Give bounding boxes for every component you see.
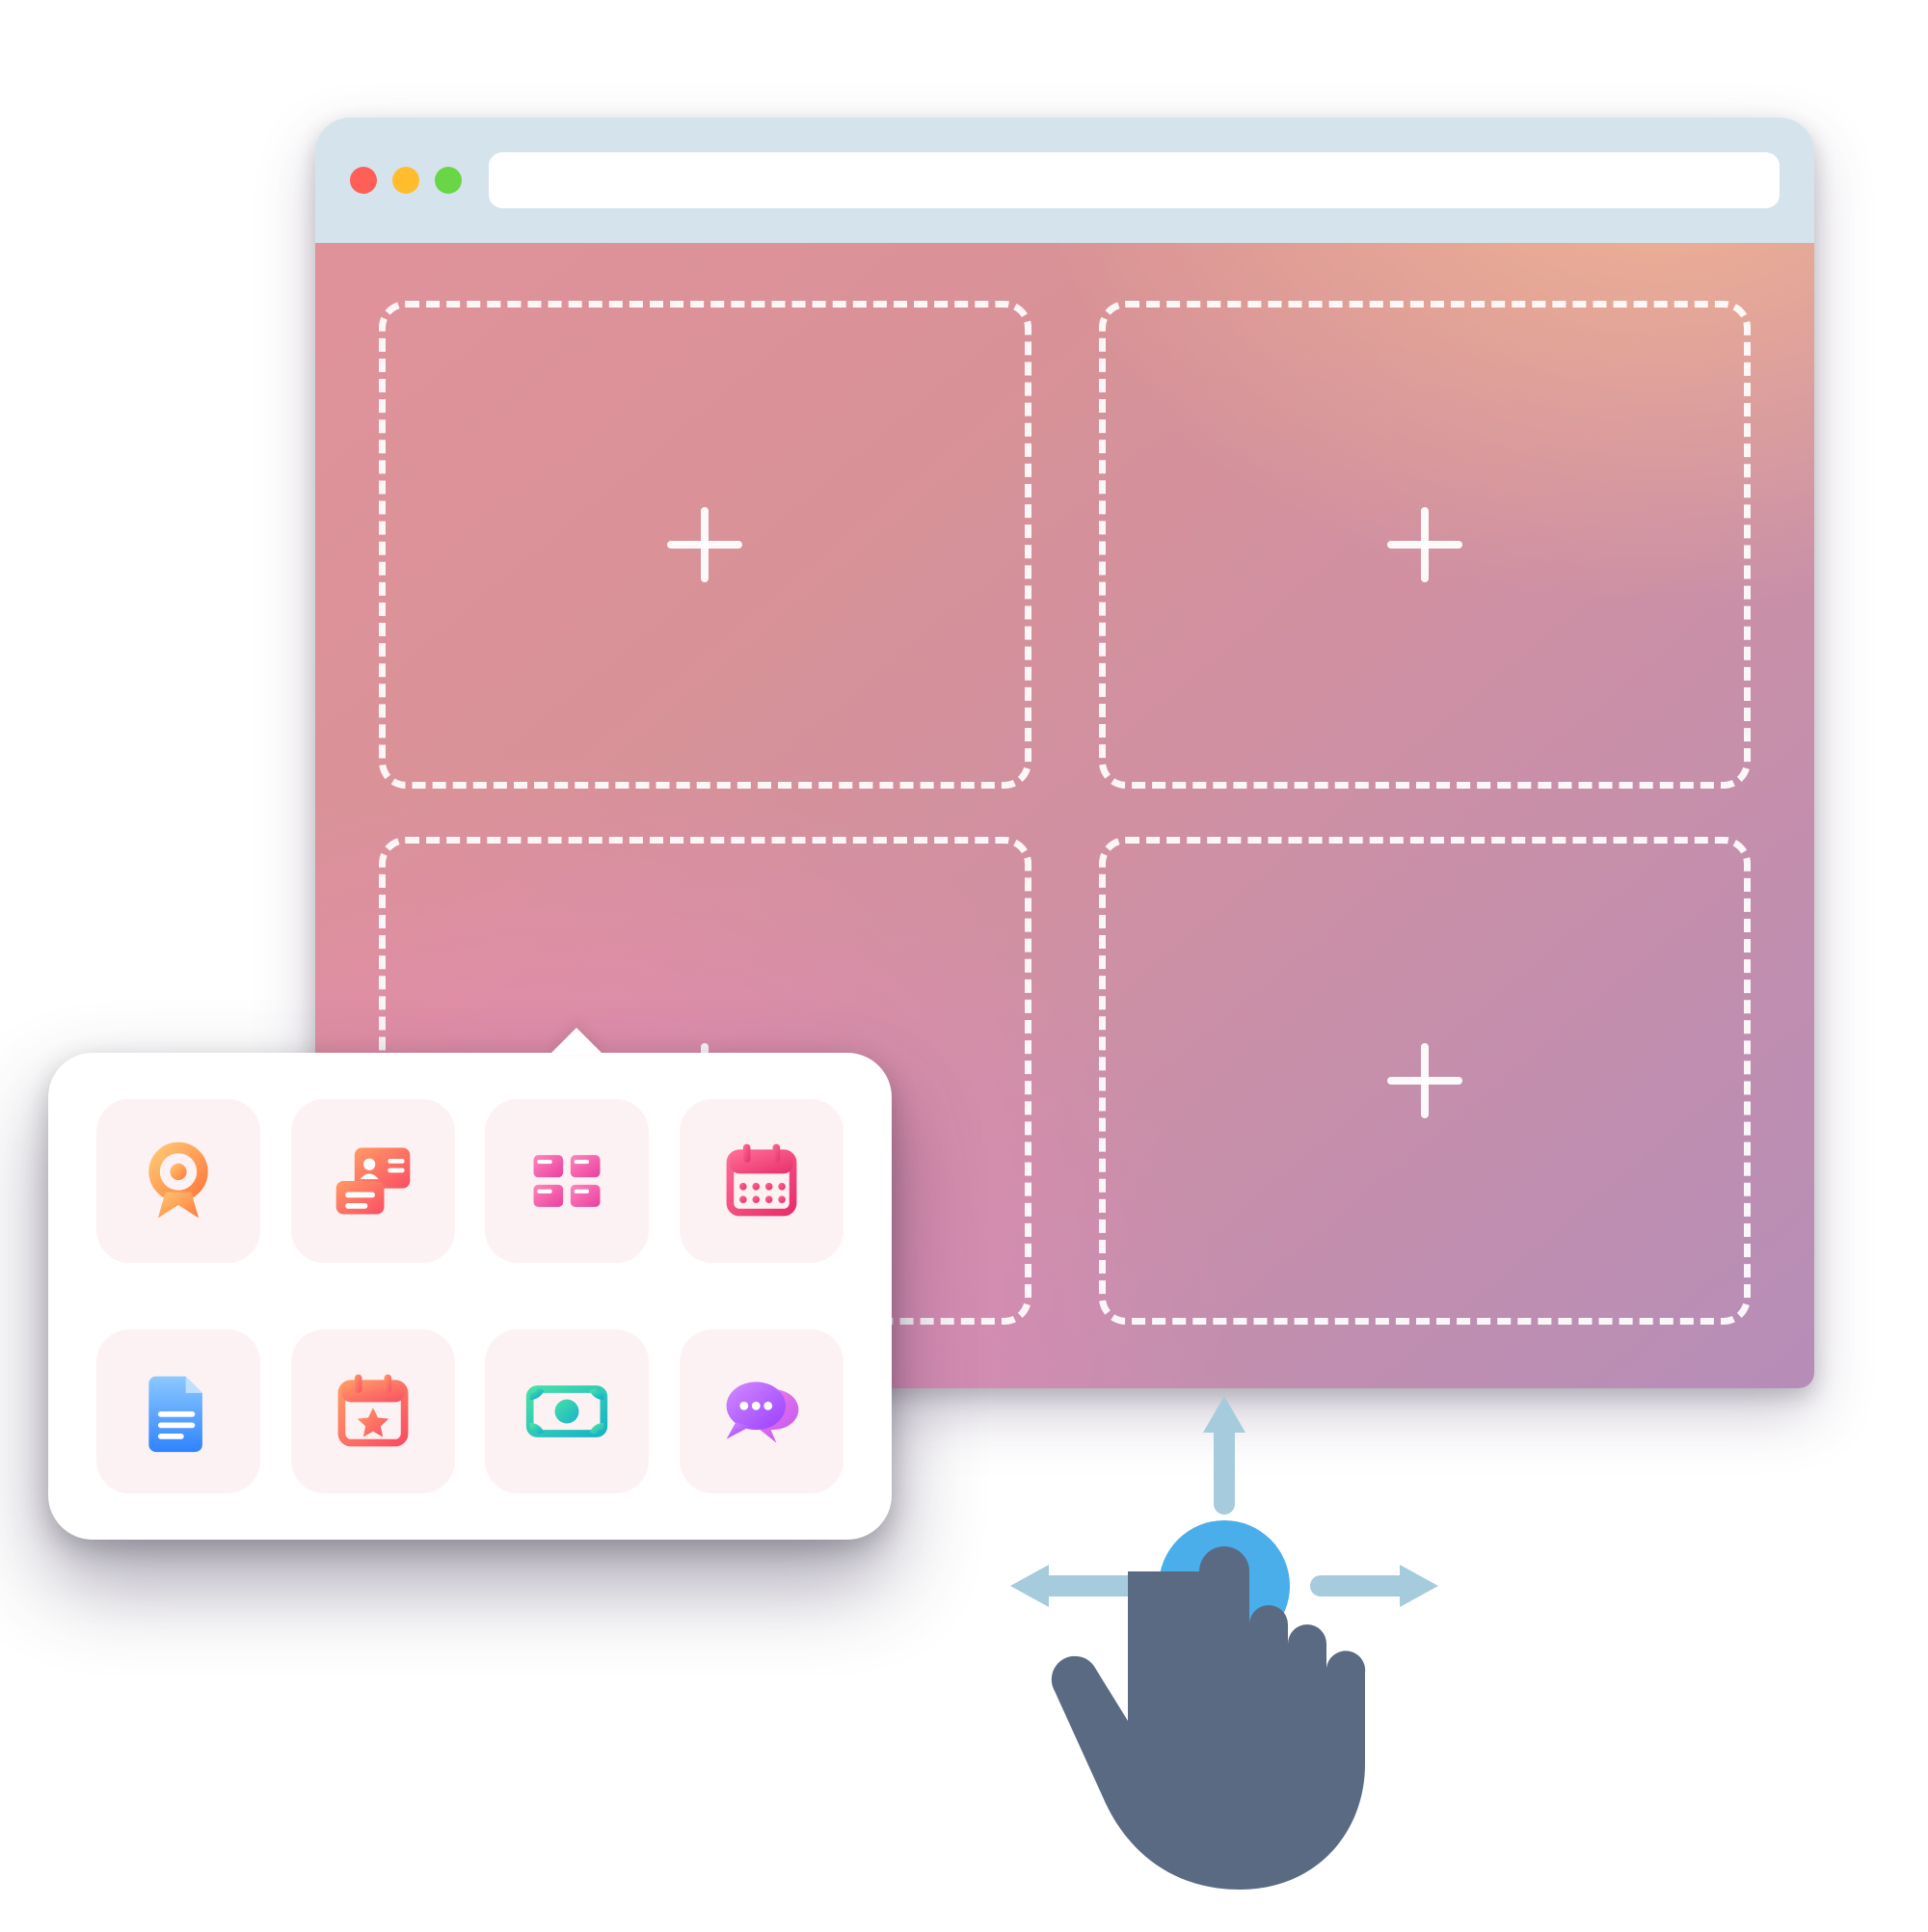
document-widget[interactable]	[96, 1329, 260, 1493]
grid-tiles-icon	[522, 1137, 611, 1225]
calendar-month-widget[interactable]	[680, 1099, 844, 1263]
profile-card-widget[interactable]	[291, 1099, 455, 1263]
chat-widget[interactable]	[680, 1329, 844, 1493]
calendar-icon	[717, 1137, 806, 1225]
minimize-window-icon[interactable]	[392, 167, 419, 194]
document-icon	[134, 1367, 223, 1456]
kanban-board-widget[interactable]	[485, 1099, 649, 1263]
close-window-icon[interactable]	[350, 167, 377, 194]
dropzone-1[interactable]	[379, 301, 1031, 789]
money-bill-icon	[522, 1367, 611, 1456]
drag-move-gesture-icon	[935, 1388, 1533, 1928]
zoom-window-icon[interactable]	[435, 167, 462, 194]
window-titlebar	[315, 118, 1814, 243]
event-star-widget[interactable]	[291, 1329, 455, 1493]
plus-icon	[667, 507, 742, 582]
dropzone-4[interactable]	[1099, 837, 1752, 1325]
url-bar[interactable]	[489, 152, 1780, 208]
payment-widget[interactable]	[485, 1329, 649, 1493]
chat-bubbles-icon	[717, 1367, 806, 1456]
calendar-star-icon	[329, 1367, 417, 1456]
plus-icon	[1387, 1043, 1462, 1118]
plus-icon	[1387, 507, 1462, 582]
widget-palette-popover	[48, 1053, 892, 1540]
window-traffic-lights	[350, 167, 462, 194]
award-badge-widget[interactable]	[96, 1099, 260, 1263]
profile-card-icon	[329, 1137, 417, 1225]
ribbon-award-icon	[134, 1137, 223, 1225]
dropzone-2[interactable]	[1099, 301, 1752, 789]
